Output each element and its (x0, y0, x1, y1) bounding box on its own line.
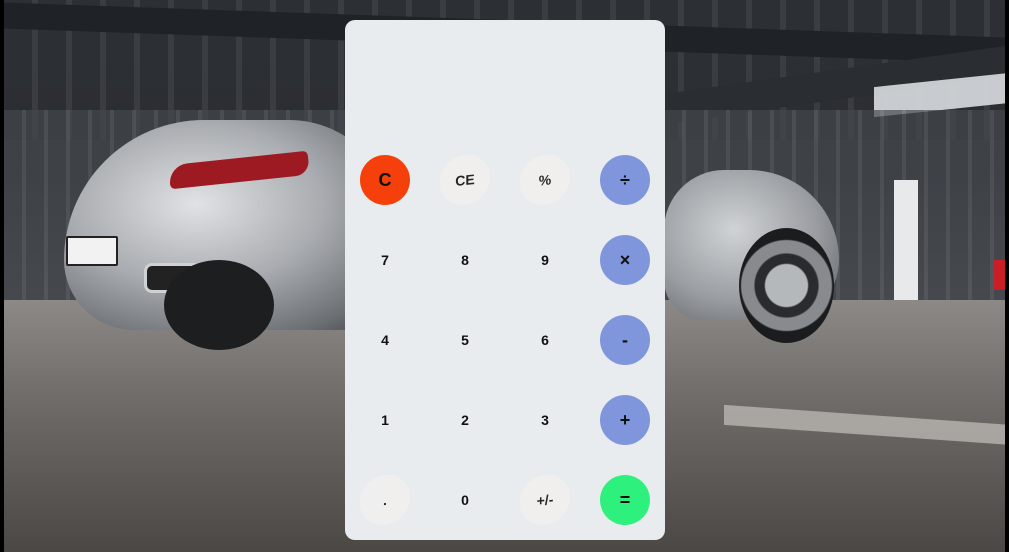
percent-button[interactable]: % (520, 152, 570, 208)
calculator-display (345, 20, 665, 150)
digit-0-button[interactable]: 0 (440, 475, 490, 525)
keypad: C CE% ÷ 7 8 9 × 4 5 6- 1 2 3 +. 0 +/- = (345, 152, 665, 540)
equals-button[interactable]: = (600, 475, 650, 525)
digit-5-button[interactable]: 5 (440, 315, 490, 365)
digit-2-button[interactable]: 2 (440, 395, 490, 445)
clear-button[interactable]: C (360, 155, 410, 205)
digit-8-button[interactable]: 8 (440, 235, 490, 285)
subtract-button[interactable]: - (600, 315, 650, 365)
add-button[interactable]: + (600, 395, 650, 445)
digit-9-button[interactable]: 9 (520, 235, 570, 285)
red-box (994, 260, 1005, 290)
digit-3-button[interactable]: 3 (520, 395, 570, 445)
car-rear-wheel (164, 260, 274, 350)
digit-6-button[interactable]: 6 (520, 315, 570, 365)
negate-button[interactable]: +/- (520, 472, 570, 528)
car-front-wheel (739, 228, 834, 343)
clear-entry-button[interactable]: CE (440, 152, 490, 208)
decimal-button[interactable]: . (360, 472, 410, 528)
garage-pillar (894, 180, 918, 300)
divide-button[interactable]: ÷ (600, 155, 650, 205)
license-plate (66, 236, 118, 266)
digit-1-button[interactable]: 1 (360, 395, 410, 445)
digit-7-button[interactable]: 7 (360, 235, 410, 285)
multiply-button[interactable]: × (600, 235, 650, 285)
calculator: C CE% ÷ 7 8 9 × 4 5 6- 1 2 3 +. 0 +/- = (345, 20, 665, 540)
digit-4-button[interactable]: 4 (360, 315, 410, 365)
